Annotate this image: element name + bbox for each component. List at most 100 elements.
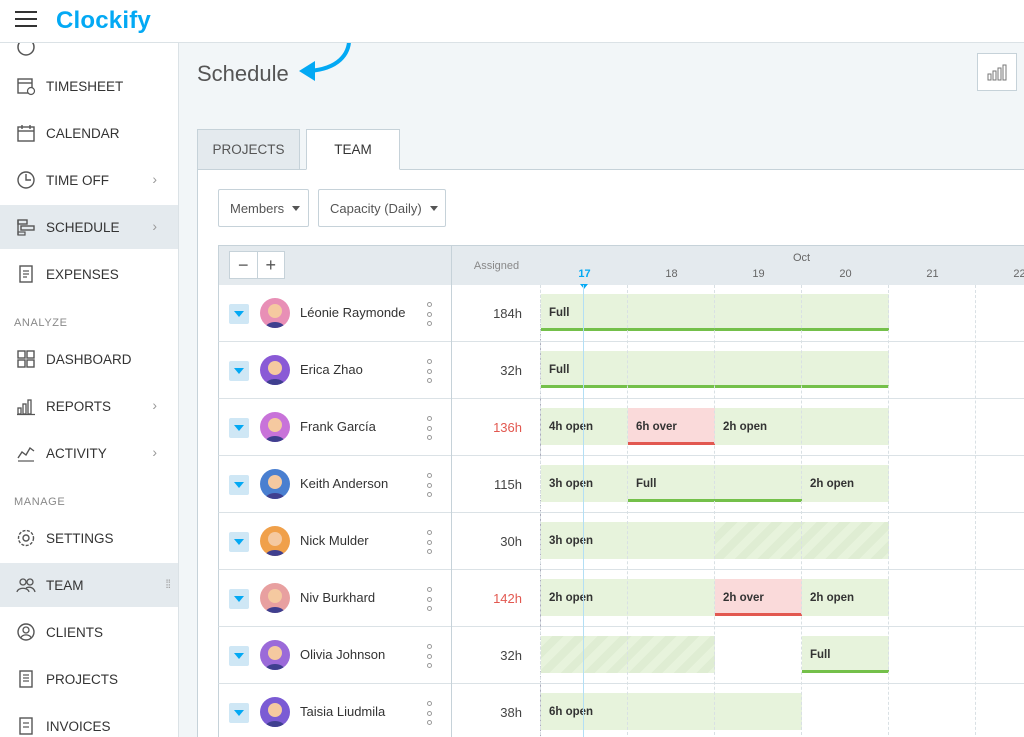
avatar <box>260 298 290 328</box>
sidebar-item-settings[interactable]: SETTINGS <box>0 516 178 560</box>
sidebar-item-dashboard[interactable]: DASHBOARD <box>0 337 178 381</box>
sidebar-item-activity[interactable]: ACTIVITY › <box>0 431 178 475</box>
expand-row-button[interactable] <box>229 532 249 552</box>
caret-down-icon <box>429 205 438 211</box>
avatar <box>260 526 290 556</box>
avatar <box>260 355 290 385</box>
sidebar-item-projects[interactable]: PROJECTS <box>0 657 178 701</box>
member-row: Taisia Liudmila 38h 6h open <box>218 684 1024 737</box>
member-name: Nick Mulder <box>300 533 369 548</box>
capacity-cell[interactable]: 2h open <box>802 465 889 502</box>
expand-row-button[interactable] <box>229 418 249 438</box>
row-menu-icon[interactable] <box>425 302 433 326</box>
day-header-17[interactable]: 17 <box>541 268 628 280</box>
day-header-18[interactable]: 18 <box>628 268 715 280</box>
sidebar-item-label: PROJECTS <box>46 671 119 687</box>
member-row: Frank García 136h 4h open 6h over 2h open <box>218 399 1024 456</box>
invoices-icon <box>15 715 37 737</box>
day-header-20[interactable]: 20 <box>802 268 889 280</box>
assigned-hours: 32h <box>451 342 541 399</box>
row-menu-icon[interactable] <box>425 416 433 440</box>
capacity-cell[interactable]: 3h open <box>541 465 628 502</box>
member-row: Léonie Raymonde 184h Full <box>218 285 1024 342</box>
chart-toggle-button[interactable] <box>977 53 1017 91</box>
sidebar-item-calendar[interactable]: CALENDAR <box>0 111 178 155</box>
capacity-dropdown-label: Capacity (Daily) <box>330 200 422 216</box>
sidebar: TIMESHEET CALENDAR TIME OFF › SCHEDULE ›… <box>0 43 179 737</box>
capacity-cell[interactable]: 2h open <box>802 579 889 616</box>
row-menu-icon[interactable] <box>425 587 433 611</box>
capacity-cell[interactable]: 3h open <box>541 522 715 559</box>
caret-down-icon <box>292 205 301 211</box>
member-name: Léonie Raymonde <box>300 305 406 320</box>
expand-row-button[interactable] <box>229 646 249 666</box>
row-menu-icon[interactable] <box>425 530 433 554</box>
capacity-cell[interactable] <box>541 636 715 673</box>
sidebar-item-label: TEAM <box>46 577 84 593</box>
capacity-cell[interactable]: Full <box>628 465 802 502</box>
sidebar-item-label: EXPENSES <box>46 266 119 282</box>
sidebar-item-team[interactable]: TEAM ⁞⁞ <box>0 563 178 607</box>
capacity-cell[interactable]: 4h open <box>541 408 628 445</box>
tab-team[interactable]: TEAM <box>306 129 400 170</box>
zoom-control: − + <box>229 251 285 279</box>
sidebar-item-label: CLIENTS <box>46 624 104 640</box>
sidebar-item-label: SETTINGS <box>46 530 114 546</box>
expand-row-button[interactable] <box>229 589 249 609</box>
member-name: Keith Anderson <box>300 476 389 491</box>
menu-icon[interactable] <box>15 11 37 29</box>
capacity-cell[interactable]: 2h over <box>715 579 802 616</box>
day-header-22[interactable]: 22 <box>976 268 1024 280</box>
row-menu-icon[interactable] <box>425 644 433 668</box>
member-name: Taisia Liudmila <box>300 704 386 719</box>
zoom-out-button[interactable]: − <box>230 252 258 278</box>
sidebar-item-reports[interactable]: REPORTS › <box>0 384 178 428</box>
sidebar-item-invoices[interactable]: INVOICES <box>0 704 178 737</box>
expand-row-button[interactable] <box>229 475 249 495</box>
member-row: Erica Zhao 32h Full <box>218 342 1024 399</box>
app-logo[interactable]: Clockify <box>56 7 151 35</box>
day-column-divider <box>714 285 715 737</box>
expenses-icon <box>15 263 37 285</box>
row-menu-icon[interactable] <box>425 473 433 497</box>
capacity-cell[interactable]: Full <box>802 636 889 673</box>
settings-icon <box>15 527 37 549</box>
capacity-cell[interactable]: Full <box>541 351 889 388</box>
row-menu-icon[interactable] <box>425 701 433 725</box>
clients-icon <box>15 621 37 643</box>
day-header-21[interactable]: 21 <box>889 268 976 280</box>
day-column-divider <box>801 285 802 737</box>
zoom-in-button[interactable]: + <box>258 252 285 278</box>
capacity-dropdown[interactable]: Capacity (Daily) <box>318 189 446 227</box>
members-dropdown-label: Members <box>230 200 285 216</box>
sidebar-item-label: SCHEDULE <box>46 219 120 235</box>
schedule-grid: − + Assigned Oct 17 18 19 20 21 22 Léoni… <box>218 245 1024 737</box>
expand-row-button[interactable] <box>229 361 249 381</box>
tab-projects[interactable]: PROJECTS <box>197 129 300 170</box>
capacity-cell[interactable]: 6h over <box>628 408 715 445</box>
row-menu-icon[interactable] <box>425 359 433 383</box>
sidebar-item-label: ACTIVITY <box>46 445 107 461</box>
chevron-right-icon: › <box>152 171 157 187</box>
activity-icon <box>15 442 37 464</box>
sidebar-item-expenses[interactable]: EXPENSES <box>0 252 178 296</box>
members-dropdown[interactable]: Members <box>218 189 309 227</box>
assigned-hours: 38h <box>451 684 541 737</box>
expand-row-button[interactable] <box>229 703 249 723</box>
capacity-cell[interactable] <box>715 522 889 559</box>
member-name: Niv Burkhard <box>300 590 376 605</box>
capacity-cell[interactable]: 2h open <box>541 579 715 616</box>
assigned-column-header: Assigned <box>451 246 541 286</box>
sidebar-item-time-off[interactable]: TIME OFF › <box>0 158 178 202</box>
expand-row-button[interactable] <box>229 304 249 324</box>
capacity-cell[interactable]: 6h open <box>541 693 802 730</box>
drag-handle-icon[interactable]: ⁞⁞ <box>165 577 171 591</box>
sidebar-item-schedule[interactable]: SCHEDULE › <box>0 205 178 249</box>
assigned-hours: 115h <box>451 456 541 513</box>
capacity-cell[interactable]: 2h open <box>715 408 889 445</box>
sidebar-item-timesheet[interactable]: TIMESHEET <box>0 64 178 108</box>
capacity-cell[interactable]: Full <box>541 294 889 331</box>
sidebar-item-clients[interactable]: CLIENTS <box>0 610 178 654</box>
main-content: Schedule PROJECTS TEAM Members Capacity … <box>179 33 1024 737</box>
day-header-19[interactable]: 19 <box>715 268 802 280</box>
